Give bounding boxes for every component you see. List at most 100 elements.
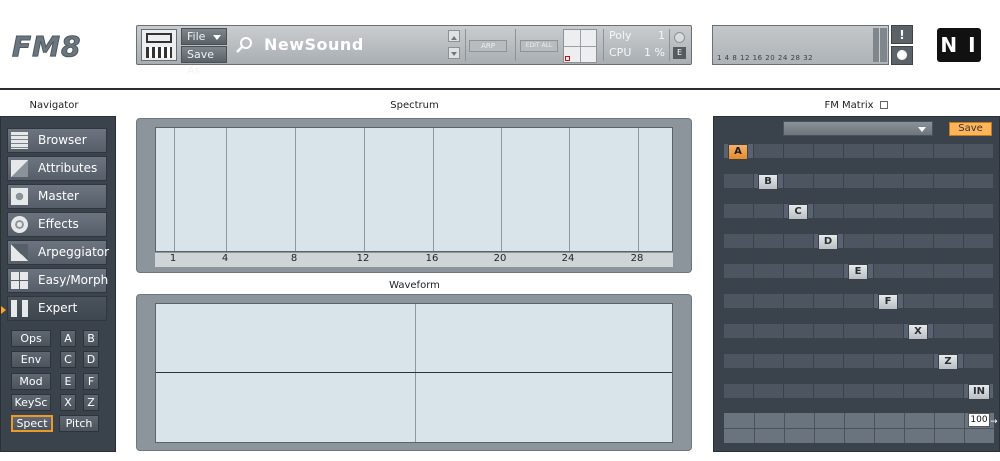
- fm-matrix-cell[interactable]: [934, 174, 963, 188]
- nav-item-browser[interactable]: Browser: [7, 128, 107, 153]
- fm-matrix-cell[interactable]: [844, 294, 873, 308]
- operator-e-button[interactable]: E: [848, 264, 868, 280]
- operator-in-button[interactable]: IN: [968, 384, 990, 400]
- fm-matrix-cell[interactable]: [934, 234, 963, 248]
- fm-matrix-cell[interactable]: [844, 204, 873, 218]
- fm-matrix-cell[interactable]: [904, 204, 933, 218]
- fm-matrix-cell[interactable]: [874, 384, 903, 398]
- fm-matrix-cell[interactable]: [904, 174, 933, 188]
- sub-op-b-button[interactable]: B: [83, 330, 99, 347]
- fm-matrix-cell[interactable]: [904, 264, 933, 278]
- save-as-button[interactable]: Save As: [181, 46, 227, 77]
- nav-item-expert[interactable]: Expert: [7, 296, 107, 321]
- fm-matrix-cell[interactable]: [724, 234, 753, 248]
- fm-matrix-cell[interactable]: [874, 234, 903, 248]
- fm-matrix-cell[interactable]: [964, 294, 993, 308]
- fm-matrix-cell[interactable]: [904, 384, 933, 398]
- spectrum-plot[interactable]: [155, 127, 673, 252]
- fm-matrix-cell[interactable]: [814, 144, 843, 158]
- fm-matrix-cell[interactable]: [904, 354, 933, 368]
- fm-matrix-cell[interactable]: [724, 204, 753, 218]
- operator-f-button[interactable]: F: [878, 294, 898, 310]
- fm-matrix-cell[interactable]: [784, 384, 813, 398]
- fm-save-button[interactable]: Save: [949, 122, 992, 136]
- sub-pitch-button[interactable]: Pitch: [59, 415, 99, 432]
- nav-item-attributes[interactable]: Attributes: [7, 156, 107, 181]
- fm-matrix-cell[interactable]: [844, 324, 873, 338]
- fm-matrix-cell[interactable]: [784, 294, 813, 308]
- search-icon[interactable]: [235, 36, 253, 54]
- fm-matrix-cell[interactable]: [724, 354, 753, 368]
- fm-matrix-cell[interactable]: [964, 354, 993, 368]
- fm-matrix-cell[interactable]: [814, 264, 843, 278]
- fm-matrix-cell[interactable]: [754, 354, 783, 368]
- fm-matrix-cell[interactable]: [964, 234, 993, 248]
- fm-matrix-cell[interactable]: [904, 234, 933, 248]
- fm-matrix-cell[interactable]: [844, 384, 873, 398]
- fm-matrix-cell[interactable]: [964, 324, 993, 338]
- fm-matrix-cell[interactable]: [964, 264, 993, 278]
- operator-z-button[interactable]: Z: [938, 354, 958, 370]
- operator-c-button[interactable]: C: [788, 204, 808, 220]
- fm-matrix-cell[interactable]: [754, 144, 783, 158]
- fm-matrix-cell[interactable]: [754, 204, 783, 218]
- fm-matrix-cell[interactable]: [754, 384, 783, 398]
- fm-matrix-cell[interactable]: [934, 294, 963, 308]
- fm-matrix-cell[interactable]: [814, 174, 843, 188]
- fm-matrix-cell[interactable]: [874, 324, 903, 338]
- fm-matrix-cell[interactable]: [814, 354, 843, 368]
- fm-matrix-cell[interactable]: [724, 174, 753, 188]
- fm-matrix-cell[interactable]: [964, 144, 993, 158]
- fm-matrix-cell[interactable]: [814, 294, 843, 308]
- fm-matrix-cell[interactable]: [904, 144, 933, 158]
- next-sound-button[interactable]: [448, 47, 460, 59]
- fm-matrix-cell[interactable]: [724, 264, 753, 278]
- fm-matrix-cell[interactable]: [784, 354, 813, 368]
- sub-ops-button[interactable]: Ops: [11, 330, 51, 347]
- fm-matrix-cell[interactable]: [724, 384, 753, 398]
- fm-matrix-cell[interactable]: [934, 144, 963, 158]
- fm-matrix-cell[interactable]: [754, 294, 783, 308]
- fm-matrix-cell[interactable]: [964, 174, 993, 188]
- fm-matrix-cell[interactable]: [724, 324, 753, 338]
- fm-matrix-cell[interactable]: [844, 144, 873, 158]
- arp-button[interactable]: ARP: [469, 40, 507, 52]
- sub-op-d-button[interactable]: D: [83, 351, 99, 368]
- sub-op-f-button[interactable]: F: [83, 373, 99, 390]
- sub-op-c-button[interactable]: C: [60, 351, 76, 368]
- operator-a-button[interactable]: A: [728, 144, 748, 160]
- sub-spect-button[interactable]: Spect: [11, 415, 53, 432]
- e-button[interactable]: E: [673, 47, 686, 59]
- fm-matrix-cell[interactable]: [844, 234, 873, 248]
- fm-matrix-cell[interactable]: [784, 264, 813, 278]
- fm-matrix-cell[interactable]: [874, 354, 903, 368]
- fm-matrix-cell[interactable]: [814, 324, 843, 338]
- fm-matrix-cell[interactable]: [874, 174, 903, 188]
- fm-matrix-cell[interactable]: [934, 264, 963, 278]
- edit-all-button[interactable]: EDIT ALL: [520, 40, 558, 52]
- expand-icon[interactable]: [879, 101, 888, 109]
- file-menu-button[interactable]: File: [181, 28, 227, 45]
- operator-d-button[interactable]: D: [818, 234, 838, 250]
- fm-matrix-cell[interactable]: [724, 294, 753, 308]
- fm-matrix-cell[interactable]: [844, 354, 873, 368]
- sub-op-z-button[interactable]: Z: [83, 394, 99, 411]
- fm-matrix-cell[interactable]: [754, 324, 783, 338]
- view-grid-selector[interactable]: [563, 29, 597, 63]
- nav-item-master[interactable]: Master: [7, 184, 107, 209]
- fm-matrix-cell[interactable]: [874, 204, 903, 218]
- fm-matrix-cell[interactable]: [934, 324, 963, 338]
- operator-b-button[interactable]: B: [758, 174, 778, 190]
- fm-matrix-cell[interactable]: [754, 234, 783, 248]
- fm-output-row[interactable]: [724, 413, 994, 443]
- sound-name-display[interactable]: NewSound: [264, 35, 364, 54]
- fm-matrix-cell[interactable]: [754, 264, 783, 278]
- fm-matrix-cell[interactable]: [784, 144, 813, 158]
- fm-matrix-cell[interactable]: [814, 384, 843, 398]
- sub-mod-button[interactable]: Mod: [11, 373, 51, 390]
- fm-matrix-cell[interactable]: [844, 174, 873, 188]
- nav-item-effects[interactable]: Effects: [7, 212, 107, 237]
- fm-matrix-cell[interactable]: [784, 324, 813, 338]
- sub-keysc-button[interactable]: KeySc: [11, 394, 51, 411]
- previous-sound-button[interactable]: [448, 30, 460, 42]
